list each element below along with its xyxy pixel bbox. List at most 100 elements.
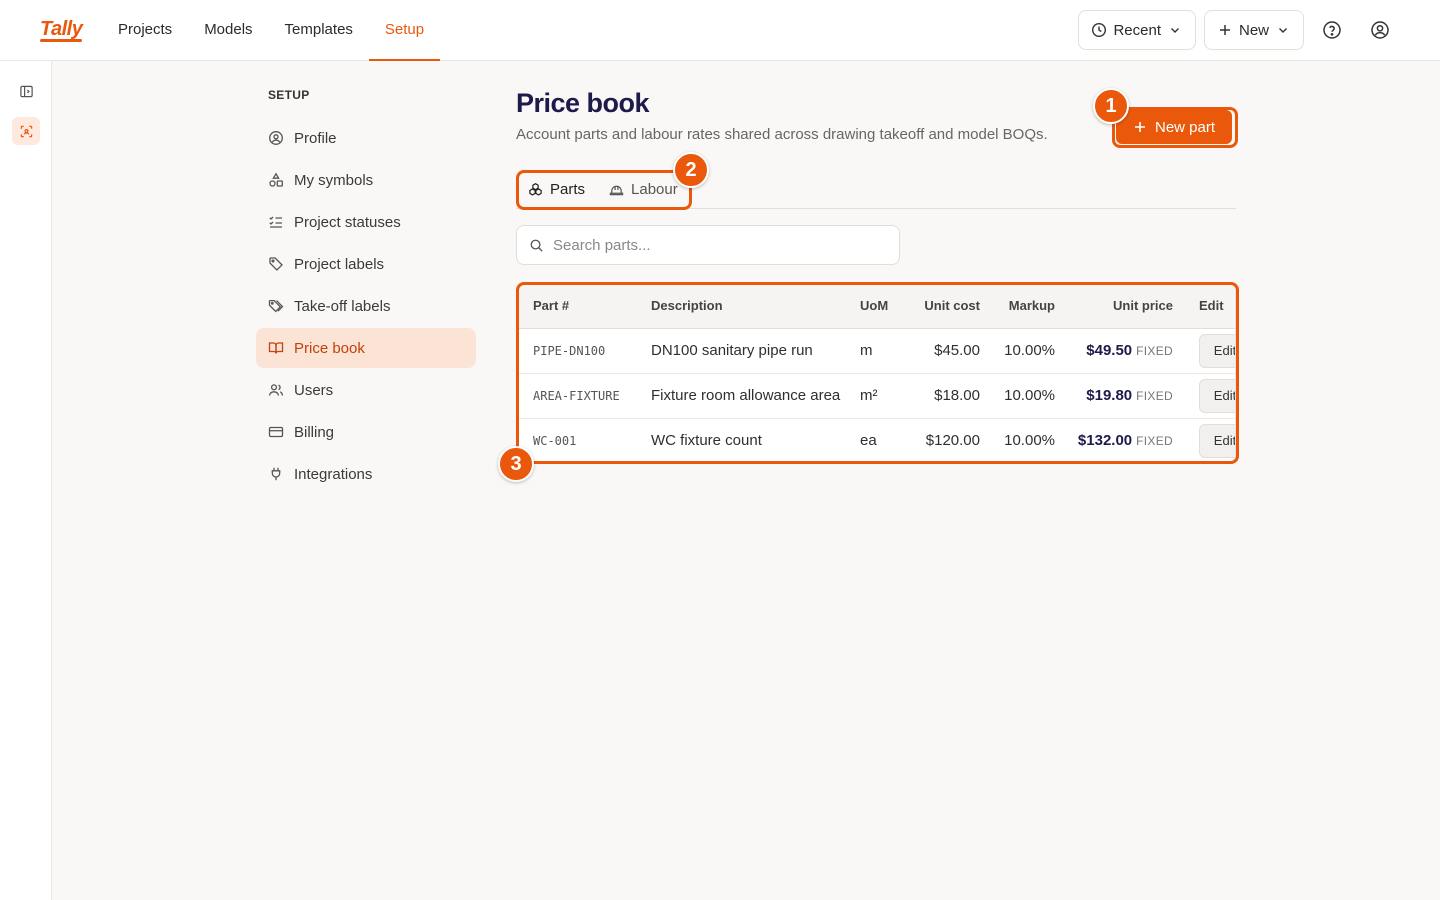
- tags-icon: [268, 299, 284, 313]
- price-book-tabs: Parts Labour: [516, 172, 1236, 209]
- nav-setup[interactable]: Setup: [368, 0, 441, 61]
- setup-item-label: Take-off labels: [294, 297, 391, 315]
- part-description: Fixture room allowance area: [635, 373, 844, 419]
- main-nav: Projects Models Templates Setup: [102, 0, 441, 61]
- part-unit-cost: $45.00: [897, 328, 980, 374]
- recent-button[interactable]: Recent: [1078, 10, 1196, 50]
- nav-projects[interactable]: Projects: [102, 0, 188, 61]
- setup-item-label: Project statuses: [294, 213, 401, 231]
- setup-item-integrations[interactable]: Integrations: [256, 454, 476, 494]
- chevron-down-icon: [1279, 28, 1287, 33]
- search-box: [516, 225, 900, 265]
- edit-cell: Edit: [1173, 373, 1235, 419]
- new-part-label: New part: [1154, 118, 1216, 136]
- setup-item-price-book[interactable]: Price book: [256, 328, 476, 368]
- book-open-icon: [268, 342, 284, 354]
- part-description: WC fixture count: [651, 432, 762, 450]
- part-unit-price: $132.00: [1077, 432, 1133, 450]
- edit-button[interactable]: Edit: [1199, 378, 1235, 413]
- chevron-down-icon: [1170, 28, 1179, 33]
- setup-item-label: Profile: [294, 129, 337, 147]
- part-unit-price-cell: $132.00 FIXED: [1055, 418, 1173, 462]
- new-button[interactable]: New: [1203, 10, 1304, 50]
- plus-icon: [1134, 122, 1145, 132]
- hard-hat-icon: [609, 185, 624, 195]
- main-content: Price book Account parts and labour rate…: [516, 88, 1236, 463]
- setup-item-billing[interactable]: Billing: [256, 412, 476, 452]
- table-row[interactable]: WC-001 WC fixture count ea $120.00 10.00…: [517, 418, 1235, 462]
- help-button[interactable]: [1312, 10, 1352, 50]
- help-circle-icon: [1323, 21, 1341, 39]
- part-markup: 10.00%: [980, 373, 1055, 419]
- account-button[interactable]: [1360, 10, 1400, 50]
- part-unit-price-cell: $49.50 FIXED: [1055, 328, 1173, 374]
- column-header-uom[interactable]: UoM: [844, 284, 897, 329]
- recent-label: Recent: [1113, 21, 1161, 39]
- part-uom: ea: [860, 432, 877, 450]
- setup-item-profile[interactable]: Profile: [256, 118, 476, 158]
- part-number: AREA-FIXTURE: [517, 373, 635, 419]
- setup-item-project-labels[interactable]: Project labels: [256, 244, 476, 284]
- part-uom: m²: [844, 373, 897, 419]
- table-header-row: Part # Description UoM Unit cost Markup …: [517, 284, 1235, 329]
- part-unit-price: $19.80: [1086, 387, 1133, 404]
- top-bar: Tally Projects Models Templates Setup Re…: [0, 0, 1440, 61]
- edit-button[interactable]: Edit: [1199, 423, 1235, 458]
- setup-item-my-symbols[interactable]: My symbols: [256, 160, 476, 200]
- user-circle-icon: [269, 131, 283, 145]
- new-part-button[interactable]: New part: [1116, 110, 1232, 144]
- app-logo[interactable]: Tally: [40, 18, 83, 42]
- part-uom: m: [844, 328, 897, 374]
- annotation-badge-3: 3: [498, 446, 534, 482]
- setup-item-take-off-labels[interactable]: Take-off labels: [256, 286, 476, 326]
- sidebar-panel-icon: [19, 85, 33, 97]
- checklist-icon: [269, 216, 282, 228]
- edit-cell: Edit: [1173, 328, 1235, 374]
- parts-table: Part # Description UoM Unit cost Markup …: [516, 283, 1236, 463]
- edit-button[interactable]: Edit: [1199, 333, 1235, 368]
- column-header-markup[interactable]: Markup: [980, 284, 1055, 329]
- part-number: PIPE-DN100: [517, 328, 635, 374]
- edit-cell: Edit: [1173, 418, 1235, 462]
- column-header-unit-price[interactable]: Unit price: [1055, 284, 1173, 329]
- toggle-sidebar-button[interactable]: [12, 77, 40, 105]
- setup-item-users[interactable]: Users: [256, 370, 476, 410]
- column-header-description[interactable]: Description: [635, 284, 844, 329]
- setup-item-project-statuses[interactable]: Project statuses: [256, 202, 476, 242]
- annotation-badge-1: 1: [1093, 88, 1129, 124]
- setup-item-label: Project labels: [294, 255, 385, 273]
- part-unit-cost: $18.00: [897, 373, 980, 419]
- scan-tool-button[interactable]: [12, 117, 40, 145]
- shapes-icon: [269, 172, 283, 187]
- column-header-unit-cost[interactable]: Unit cost: [897, 284, 980, 329]
- plus-icon: [1219, 25, 1230, 35]
- table-row[interactable]: PIPE-DN100 DN100 sanitary pipe run m $45…: [517, 328, 1235, 374]
- search-input[interactable]: [553, 236, 873, 254]
- setup-item-label: Integrations: [294, 465, 373, 483]
- plug-icon: [271, 467, 281, 481]
- price-type-badge: FIXED: [1136, 389, 1173, 403]
- part-unit-price-cell: $19.80 FIXED: [1055, 373, 1173, 419]
- part-markup: 10.00%: [980, 328, 1055, 374]
- nav-templates[interactable]: Templates: [269, 0, 369, 61]
- tab-label: Labour: [631, 180, 678, 198]
- part-number: WC-001: [533, 433, 577, 448]
- part-unit-cost: $120.00: [925, 432, 980, 450]
- part-markup: 10.00%: [1004, 432, 1055, 450]
- search-icon: [530, 239, 543, 252]
- setup-sidebar: SETUP Profile My symbols Project statuse…: [256, 88, 476, 496]
- tag-icon: [269, 257, 283, 271]
- boxes-icon: [529, 182, 542, 196]
- scan-icon: [20, 125, 32, 137]
- table-row[interactable]: AREA-FIXTURE Fixture room allowance area…: [517, 373, 1235, 419]
- setup-heading: SETUP: [268, 88, 310, 102]
- setup-item-label: My symbols: [294, 171, 374, 189]
- nav-models[interactable]: Models: [188, 0, 268, 61]
- column-header-part[interactable]: Part #: [517, 284, 635, 329]
- left-rail: [0, 61, 52, 900]
- column-header-edit: Edit: [1173, 284, 1235, 329]
- price-type-badge: FIXED: [1136, 344, 1173, 358]
- part-description: DN100 sanitary pipe run: [635, 328, 844, 374]
- credit-card-icon: [268, 426, 284, 438]
- tab-parts[interactable]: Parts: [516, 172, 597, 206]
